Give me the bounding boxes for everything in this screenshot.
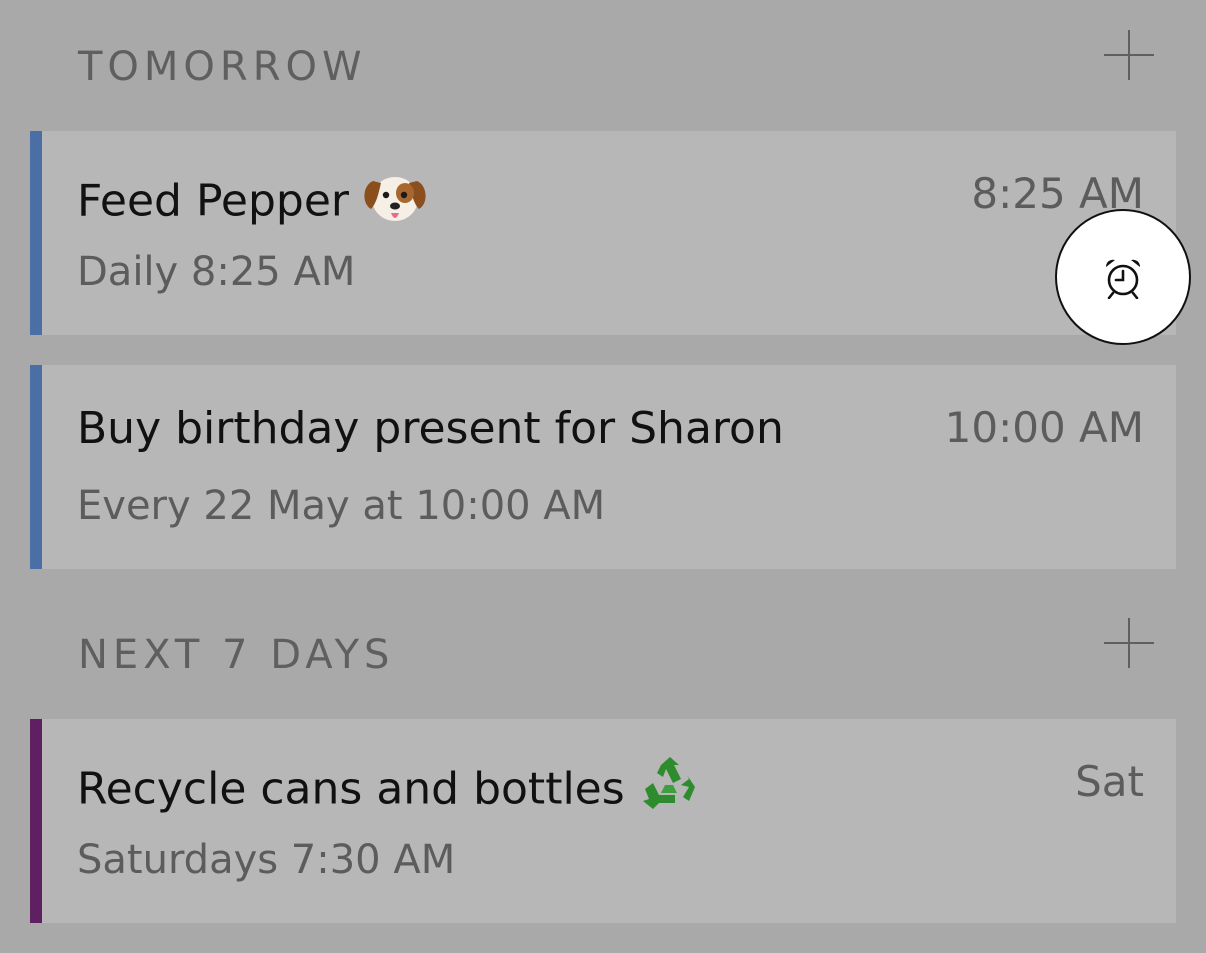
alarm-clock-icon: [1105, 259, 1141, 299]
reminder-title: Feed Pepper: [77, 169, 427, 238]
section-header-next-7-days: NEXT 7 DAYS: [0, 618, 1206, 698]
reminder-card[interactable]: Feed Pepper Daily 8:25 AM 8:25 AM: [30, 131, 1176, 335]
reminder-schedule: Saturdays 7:30 AM: [77, 837, 456, 883]
reminder-time: Sat: [1075, 757, 1144, 806]
reminder-title: Recycle cans and bottles: [77, 757, 701, 826]
reminder-title: Buy birthday present for Sharon: [77, 403, 784, 454]
reminder-schedule: Daily 8:25 AM: [77, 249, 356, 295]
reminder-time: 10:00 AM: [944, 403, 1144, 452]
reminder-card[interactable]: Recycle cans and bottles Saturdays 7:30 …: [30, 719, 1176, 923]
section-header-tomorrow: TOMORROW: [0, 30, 1206, 110]
card-accent-bar: [30, 719, 42, 923]
dog-face-icon: [363, 169, 427, 238]
card-accent-bar: [30, 365, 42, 569]
snooze-button[interactable]: [1055, 209, 1191, 345]
reminder-schedule: Every 22 May at 10:00 AM: [77, 483, 606, 529]
card-accent-bar: [30, 131, 42, 335]
section-title: TOMORROW: [78, 44, 367, 90]
recycle-icon: [639, 757, 701, 826]
section-title: NEXT 7 DAYS: [78, 632, 395, 678]
add-reminder-button[interactable]: [1104, 30, 1154, 80]
reminder-card[interactable]: Buy birthday present for Sharon Every 22…: [30, 365, 1176, 569]
add-reminder-button[interactable]: [1104, 618, 1154, 668]
